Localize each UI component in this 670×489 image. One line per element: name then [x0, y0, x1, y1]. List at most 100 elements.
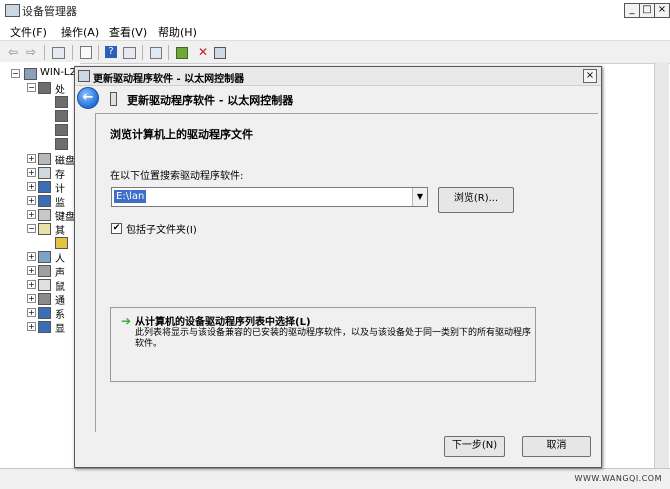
- expand-icon[interactable]: +: [27, 280, 36, 289]
- uninstall-icon[interactable]: ✕: [196, 45, 210, 59]
- pick-from-list-option[interactable]: ➔ 从计算机的设备驱动程序列表中选择(L) 此列表将显示与该设备兼容的已安装的驱…: [110, 307, 536, 382]
- expand-icon[interactable]: +: [27, 154, 36, 163]
- expand-icon[interactable]: +: [27, 196, 36, 205]
- toolbar: ⇦ ⇨ ? ✕: [0, 40, 670, 64]
- page-heading: 浏览计算机上的驱动程序文件: [110, 128, 253, 141]
- network-adapter-icon: [110, 92, 117, 106]
- cancel-button[interactable]: 取消: [522, 436, 591, 457]
- collapse-icon[interactable]: −: [11, 69, 20, 78]
- computer-icon: [24, 68, 37, 80]
- tree-item[interactable]: + 鼠: [0, 278, 80, 293]
- toolbar-separator: [44, 45, 45, 60]
- dialog-title: 更新驱动程序软件 - 以太网控制器: [93, 74, 245, 85]
- menu-action[interactable]: 操作(A): [61, 24, 99, 40]
- monitor-icon: [38, 195, 51, 207]
- processor-icon: [55, 96, 68, 108]
- sound-icon: [38, 265, 51, 277]
- processor-icon: [55, 124, 68, 136]
- hid-icon: [38, 251, 51, 263]
- expand-icon[interactable]: +: [27, 322, 36, 331]
- tree-root[interactable]: − WIN-L2: [0, 67, 80, 81]
- tree-item[interactable]: + 系: [0, 306, 80, 321]
- pick-from-list-title[interactable]: 从计算机的设备驱动程序列表中选择(L): [135, 313, 311, 328]
- search-location-label: 在以下位置搜索驱动程序软件:: [110, 171, 244, 182]
- path-combobox[interactable]: E:\lan ▼: [111, 187, 428, 207]
- browse-button[interactable]: 浏览(R)...: [438, 187, 514, 213]
- tree-item[interactable]: + 显: [0, 320, 80, 335]
- expand-icon[interactable]: +: [27, 168, 36, 177]
- main-title-bar: 设备管理器 _ □ ×: [0, 0, 670, 22]
- watermark: WWW.WANGQI.COM: [574, 474, 662, 483]
- close-button[interactable]: ×: [654, 3, 670, 18]
- tree-item[interactable]: + 通: [0, 292, 80, 307]
- tree-item[interactable]: + 存: [0, 166, 80, 181]
- usb-icon: [38, 293, 51, 305]
- help-icon[interactable]: ?: [105, 46, 117, 58]
- next-button[interactable]: 下一步(N): [444, 436, 505, 457]
- properties-icon[interactable]: [80, 46, 92, 59]
- tree-subitem[interactable]: [0, 123, 80, 137]
- scan-hardware-icon[interactable]: [150, 47, 162, 59]
- tree-subitem[interactable]: [0, 95, 80, 109]
- tree-subitem[interactable]: [0, 137, 80, 151]
- maximize-button[interactable]: □: [639, 3, 655, 18]
- path-value[interactable]: E:\lan: [114, 190, 147, 203]
- tree-item[interactable]: + 监: [0, 194, 80, 209]
- vertical-scrollbar[interactable]: [654, 62, 669, 468]
- unknown-device-icon: [38, 223, 51, 235]
- include-subfolders-checkbox[interactable]: ✔: [111, 223, 122, 234]
- console-tree-icon[interactable]: [52, 47, 65, 59]
- tree-item[interactable]: − 其: [0, 222, 80, 237]
- display-adapter-icon: [38, 321, 51, 333]
- wizard-body: 浏览计算机上的驱动程序文件 在以下位置搜索驱动程序软件: E:\lan ▼ 浏览…: [95, 113, 598, 432]
- expand-icon[interactable]: +: [27, 294, 36, 303]
- mouse-icon: [38, 279, 51, 291]
- toolbar-separator: [98, 45, 99, 60]
- computer-icon: [38, 181, 51, 193]
- menu-bar: 文件(F) 操作(A) 查看(V) 帮助(H): [0, 21, 670, 40]
- dropdown-arrow-icon[interactable]: ▼: [412, 188, 427, 206]
- system-icon: [38, 307, 51, 319]
- show-hide-icon[interactable]: [123, 47, 136, 59]
- expand-icon[interactable]: +: [27, 266, 36, 275]
- include-subfolders-label[interactable]: 包括子文件夹(I): [126, 221, 197, 236]
- processor-icon: [38, 82, 51, 94]
- processor-icon: [55, 138, 68, 150]
- status-bar: [0, 468, 670, 489]
- collapse-icon[interactable]: −: [27, 83, 36, 92]
- expand-icon[interactable]: +: [27, 308, 36, 317]
- tree-item[interactable]: − 处: [0, 81, 80, 96]
- toolbar-separator: [168, 45, 169, 60]
- minimize-button[interactable]: _: [624, 3, 640, 18]
- tree-item[interactable]: + 磁盘: [0, 152, 80, 167]
- forward-arrow-icon[interactable]: ⇨: [24, 45, 38, 59]
- storage-icon: [38, 167, 51, 179]
- menu-view[interactable]: 查看(V): [109, 24, 147, 40]
- expand-icon[interactable]: +: [27, 182, 36, 191]
- back-arrow-icon[interactable]: ←: [77, 87, 99, 109]
- device-manager-icon: [5, 4, 20, 17]
- tree-subitem[interactable]: [0, 109, 80, 123]
- menu-help[interactable]: 帮助(H): [158, 24, 197, 40]
- update-driver-icon[interactable]: [176, 47, 188, 59]
- toolbar-separator: [72, 45, 73, 60]
- wizard-header-title: 更新驱动程序软件 - 以太网控制器: [127, 94, 294, 107]
- toolbar-separator: [142, 45, 143, 60]
- tree-subitem[interactable]: [0, 236, 80, 250]
- expand-icon[interactable]: +: [27, 252, 36, 261]
- processor-icon: [55, 110, 68, 122]
- collapse-icon[interactable]: −: [27, 224, 36, 233]
- menu-file[interactable]: 文件(F): [10, 24, 47, 40]
- tree-item[interactable]: + 计: [0, 180, 80, 195]
- pick-from-list-description: 此列表将显示与该设备兼容的已安装的驱动程序软件，以及与该设备处于同一类别下的所有…: [135, 328, 532, 349]
- tree-item[interactable]: + 键盘: [0, 208, 80, 223]
- dialog-close-button[interactable]: ×: [583, 69, 597, 83]
- warning-device-icon: [55, 237, 68, 249]
- tree-item[interactable]: + 声: [0, 264, 80, 279]
- back-arrow-icon[interactable]: ⇦: [6, 45, 20, 59]
- dialog-icon: [78, 70, 90, 82]
- dialog-title-bar: 更新驱动程序软件 - 以太网控制器 ×: [75, 67, 601, 86]
- expand-icon[interactable]: +: [27, 210, 36, 219]
- tree-item[interactable]: + 人: [0, 250, 80, 265]
- enable-device-icon[interactable]: [214, 47, 226, 59]
